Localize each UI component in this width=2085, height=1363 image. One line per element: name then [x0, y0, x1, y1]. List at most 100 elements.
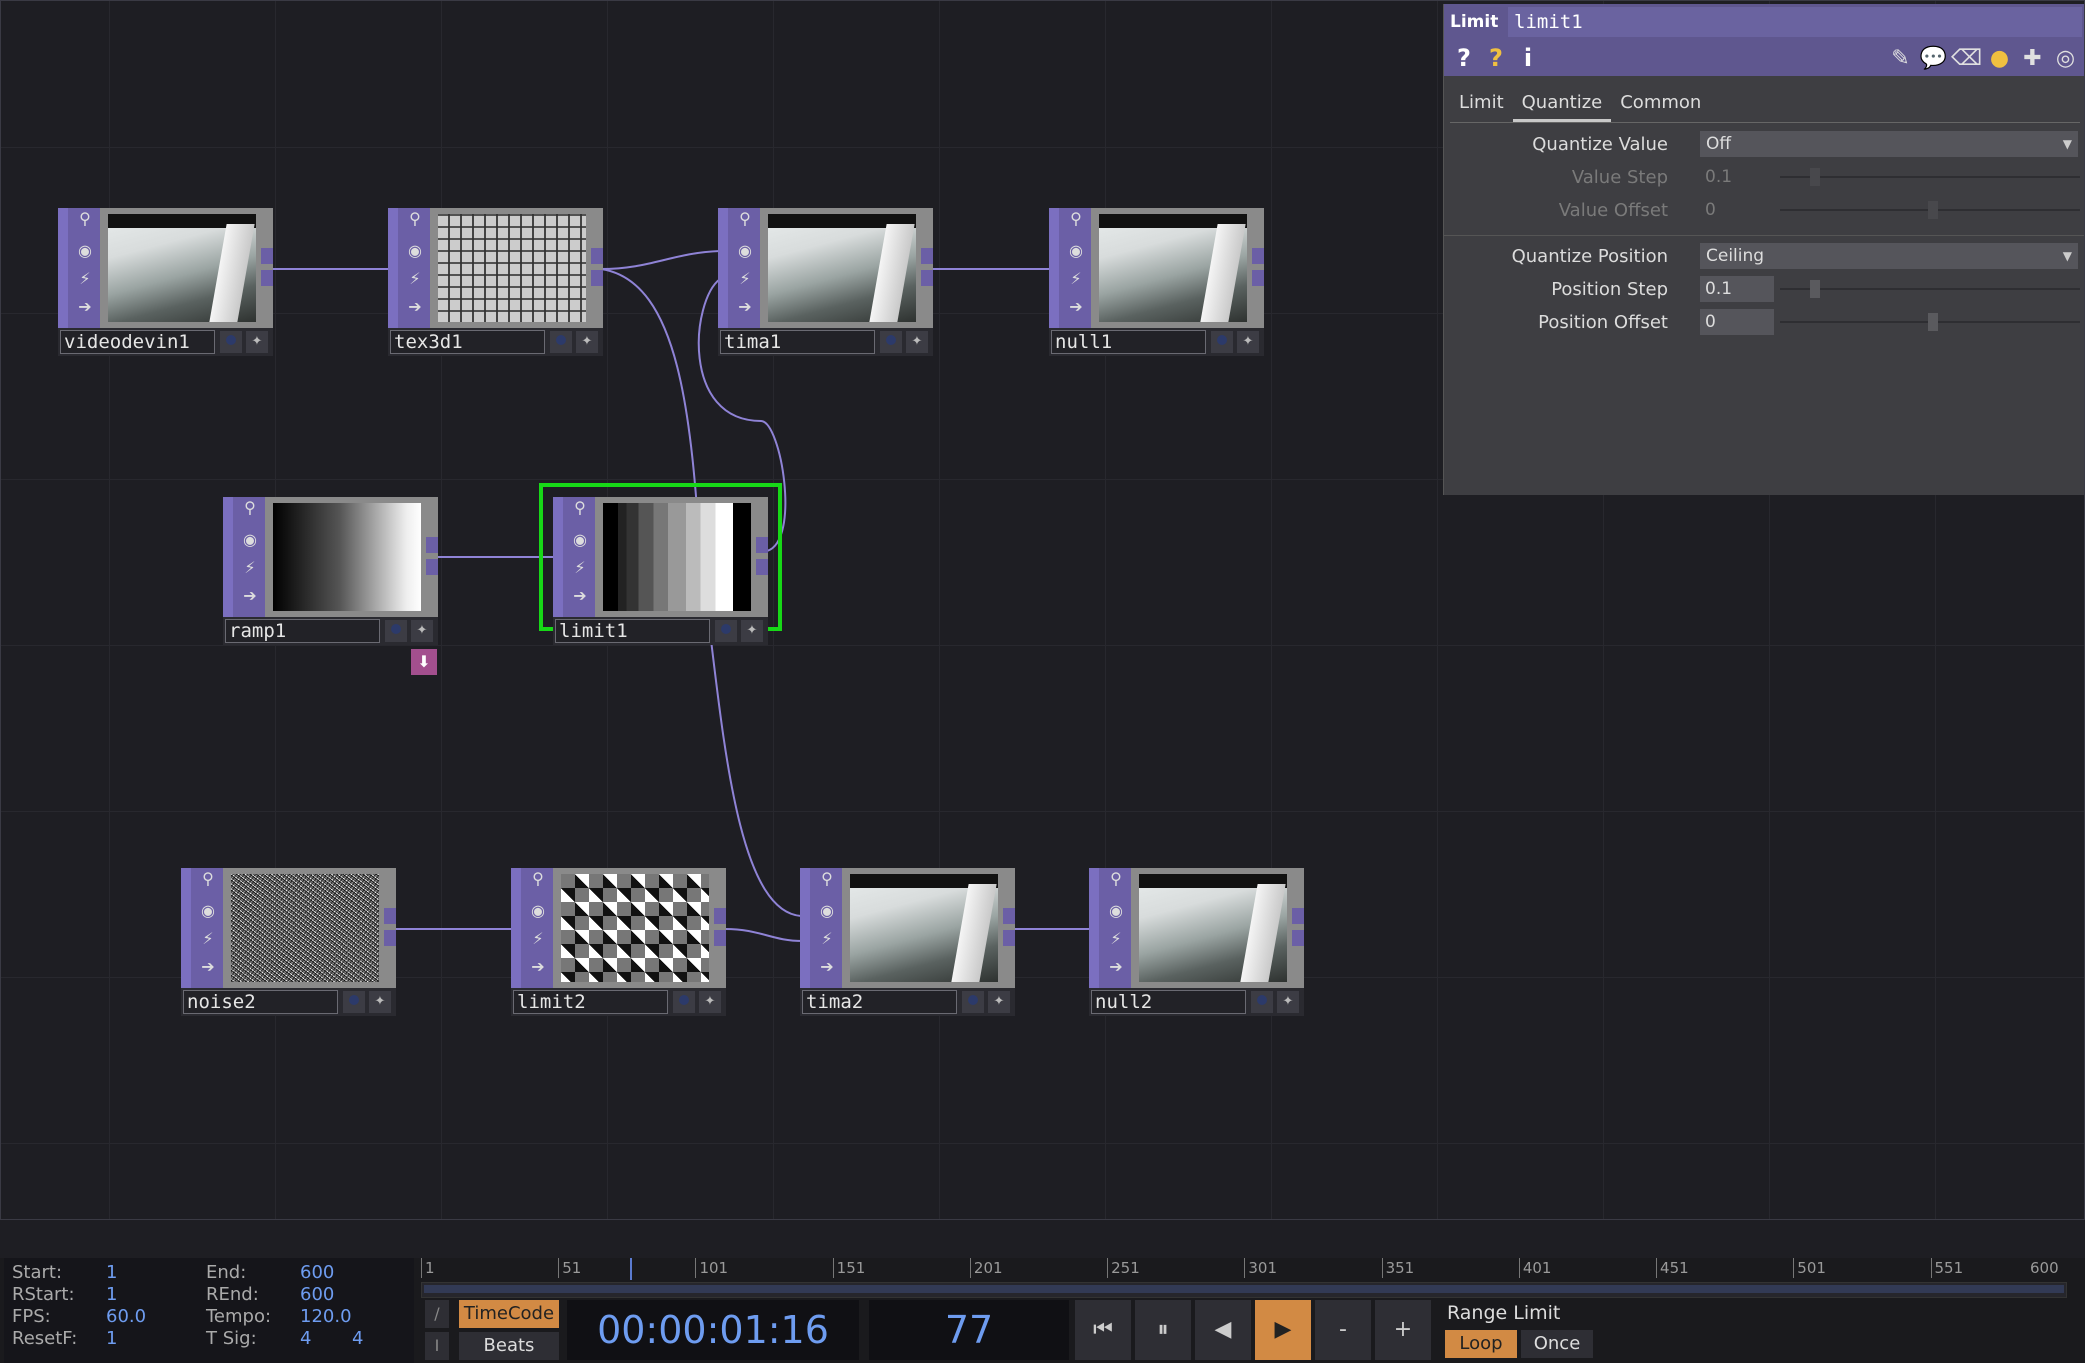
value-offset-slider[interactable]	[1780, 201, 2080, 219]
input-tab[interactable]	[511, 868, 521, 988]
input-tab[interactable]	[553, 497, 563, 617]
viewer-icon[interactable]: ◉	[734, 240, 756, 262]
display-flag[interactable]	[1211, 331, 1233, 353]
node-body[interactable]: ◉ ⚡ ➔ ⚲	[388, 208, 603, 328]
output-connector[interactable]	[384, 908, 396, 924]
viewer-icon[interactable]: ◉	[239, 529, 261, 551]
node-name[interactable]: tima2	[802, 990, 957, 1014]
node-body[interactable]: ◉ ⚡ ➔ ⚲	[539, 483, 782, 631]
output-connector[interactable]	[921, 270, 933, 286]
lock-icon[interactable]: ⚲	[734, 208, 756, 230]
output-connector[interactable]	[921, 248, 933, 264]
slash-toggle[interactable]: /	[425, 1300, 449, 1328]
cook-icon[interactable]: ⚡	[734, 268, 756, 290]
tab-limit[interactable]: Limit	[1450, 82, 1513, 122]
python-help-icon[interactable]: ?	[1480, 44, 1512, 72]
slider-handle[interactable]	[1928, 313, 1938, 331]
node-body[interactable]: ◉ ⚡ ➔ ⚲	[718, 208, 933, 328]
output-connector[interactable]	[1252, 270, 1264, 286]
viewer-icon[interactable]: ◉	[197, 900, 219, 922]
add-icon[interactable]: ✚	[2016, 46, 2049, 71]
arrow-icon[interactable]: ➔	[734, 296, 756, 318]
playhead[interactable]	[629, 1258, 632, 1280]
help-icon[interactable]: ?	[1448, 44, 1480, 72]
arrow-icon[interactable]: ➔	[1105, 956, 1127, 978]
node-body[interactable]: ◉ ⚡ ➔ ⚲	[223, 497, 438, 617]
lock-icon[interactable]: ⚲	[527, 868, 549, 890]
lock-icon[interactable]: ⚲	[404, 208, 426, 230]
viewer-icon[interactable]: ◉	[1065, 240, 1087, 262]
input-tab[interactable]	[718, 208, 728, 328]
input-tab[interactable]	[1049, 208, 1059, 328]
step-back-icon[interactable]: ◀	[1195, 1300, 1251, 1360]
input-tab[interactable]	[223, 497, 233, 617]
value-step-slider[interactable]	[1780, 168, 2080, 186]
cook-icon[interactable]: ⚡	[816, 928, 838, 950]
python-icon[interactable]: ●	[1983, 46, 2016, 71]
timecode-display[interactable]: 00:00:01:16	[567, 1300, 859, 1360]
node-limit1[interactable]: ◉ ⚡ ➔ ⚲ limit1 ✦	[539, 483, 782, 647]
output-connector[interactable]	[426, 537, 438, 553]
node-name[interactable]: null1	[1051, 330, 1206, 354]
cook-icon[interactable]: ⚡	[569, 557, 591, 579]
node-name[interactable]: limit2	[513, 990, 668, 1014]
viewer-icon[interactable]: ◉	[527, 900, 549, 922]
node-body[interactable]: ◉ ⚡ ➔ ⚲	[511, 868, 726, 988]
bar-toggle[interactable]: I	[425, 1332, 449, 1360]
node-limit2[interactable]: ◉ ⚡ ➔ ⚲ limit2 ✦	[511, 868, 726, 1018]
node-name[interactable]: noise2	[183, 990, 338, 1014]
viewer-icon[interactable]: ◉	[569, 529, 591, 551]
bypass-flag[interactable]: ✦	[369, 991, 391, 1013]
lock-icon[interactable]: ⚲	[1105, 868, 1127, 890]
lock-icon[interactable]: ⚲	[816, 868, 838, 890]
display-flag[interactable]	[880, 331, 902, 353]
output-connector[interactable]	[756, 559, 768, 575]
node-name[interactable]: videodevin1	[60, 330, 215, 354]
bypass-flag[interactable]: ✦	[1237, 331, 1259, 353]
comment-icon[interactable]: 💬	[1917, 46, 1950, 71]
viewer-icon[interactable]: ◉	[816, 900, 838, 922]
arrow-icon[interactable]: ➔	[816, 956, 838, 978]
input-tab[interactable]	[1089, 868, 1099, 988]
value-offset-field[interactable]: 0	[1700, 197, 1774, 223]
bypass-flag[interactable]: ✦	[699, 991, 721, 1013]
arrow-icon[interactable]: ➔	[527, 956, 549, 978]
slider-handle[interactable]	[1810, 168, 1820, 186]
tsig-numerator[interactable]: 4	[300, 1328, 311, 1349]
loop-button[interactable]: Loop	[1445, 1330, 1517, 1358]
clear-icon[interactable]: ⌫	[1950, 46, 1983, 71]
quantize-value-menu[interactable]: Off	[1700, 131, 2078, 157]
output-connector[interactable]	[1292, 930, 1304, 946]
display-flag[interactable]	[343, 991, 365, 1013]
arrow-icon[interactable]: ➔	[1065, 296, 1087, 318]
tab-common[interactable]: Common	[1611, 82, 1710, 122]
target-icon[interactable]: ◎	[2049, 46, 2082, 71]
operator-name-field[interactable]: limit1	[1508, 7, 2082, 37]
output-connector[interactable]	[1003, 908, 1015, 924]
output-connector[interactable]	[261, 270, 273, 286]
beats-button[interactable]: Beats	[459, 1332, 559, 1360]
node-name[interactable]: null2	[1091, 990, 1246, 1014]
output-connector[interactable]	[591, 248, 603, 264]
position-step-field[interactable]: 0.1	[1700, 276, 1774, 302]
output-connector[interactable]	[714, 908, 726, 924]
fps-value[interactable]: 60.0	[106, 1306, 146, 1327]
input-tab[interactable]	[388, 208, 398, 328]
arrow-icon[interactable]: ➔	[74, 296, 96, 318]
plus-button[interactable]: +	[1375, 1300, 1431, 1360]
wire[interactable]	[600, 250, 721, 270]
bypass-flag[interactable]: ✦	[1277, 991, 1299, 1013]
end-value[interactable]: 600	[300, 1262, 334, 1283]
display-flag[interactable]	[220, 331, 242, 353]
download-icon[interactable]: ⬇	[411, 649, 437, 675]
minus-button[interactable]: -	[1315, 1300, 1371, 1360]
position-offset-slider[interactable]	[1780, 313, 2080, 331]
lock-icon[interactable]: ⚲	[197, 868, 219, 890]
lock-icon[interactable]: ⚲	[1065, 208, 1087, 230]
display-flag[interactable]	[550, 331, 572, 353]
play-icon[interactable]: ▶	[1255, 1300, 1311, 1360]
cook-icon[interactable]: ⚡	[1065, 268, 1087, 290]
node-body[interactable]: ◉ ⚡ ➔ ⚲	[181, 868, 396, 988]
display-flag[interactable]	[715, 620, 737, 642]
rend-value[interactable]: 600	[300, 1284, 334, 1305]
